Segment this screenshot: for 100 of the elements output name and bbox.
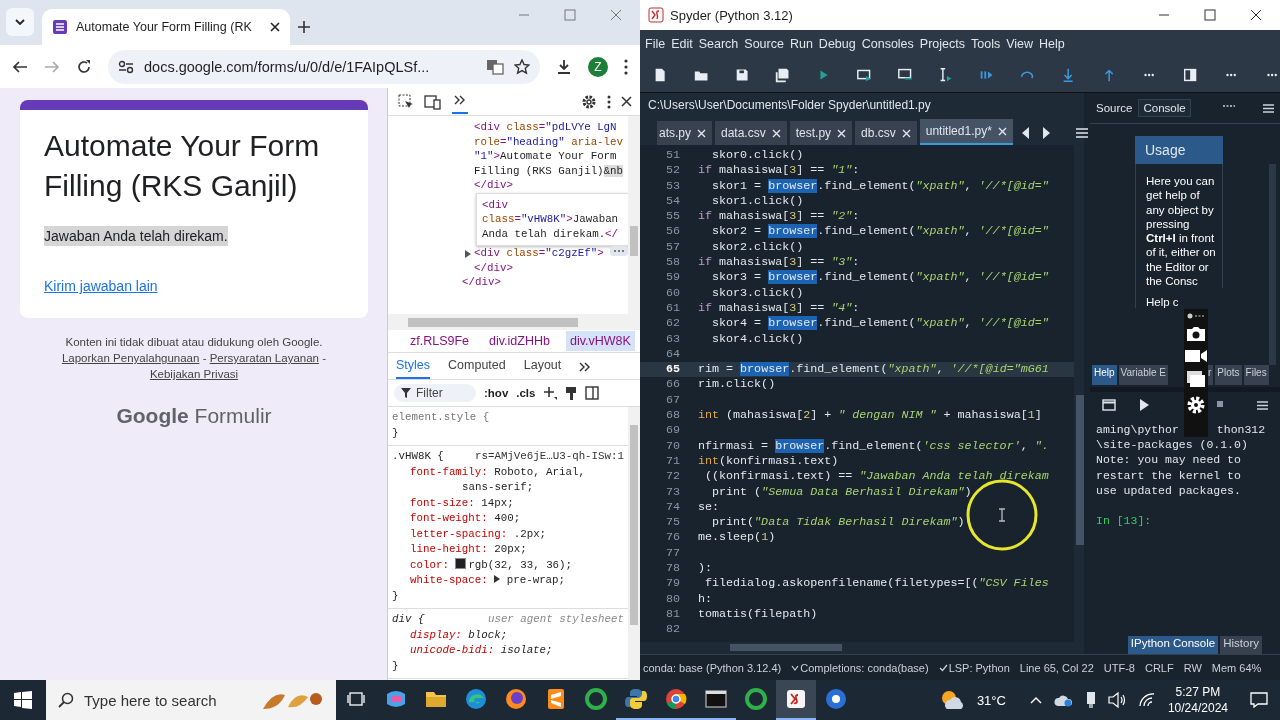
close-icon[interactable]	[621, 96, 632, 107]
breadcrumb[interactable]: div.idZHHb	[485, 331, 554, 351]
clock[interactable]: 5:27 PM 10/24/2024	[1167, 684, 1228, 716]
search-field[interactable]: Type here to search	[46, 680, 336, 720]
submit-another-link[interactable]: Kirim jawaban lain	[44, 278, 344, 294]
dom-node[interactable]: <div class="vHW8K">Jawaban Anda telah direkam.</	[476, 192, 628, 246]
menu-item[interactable]: Tools	[971, 36, 1001, 51]
pane-tab[interactable]: Help	[1092, 365, 1117, 385]
menu-item[interactable]: Edit	[671, 36, 693, 51]
file-tab[interactable]: untitled1.py*	[919, 119, 1013, 145]
menu-item[interactable]: Debug	[818, 36, 856, 51]
paint-icon[interactable]	[565, 386, 578, 400]
pane-tab[interactable]: Variable E	[1118, 365, 1168, 385]
panel-tab[interactable]: Styles	[396, 358, 431, 379]
taskbar-app[interactable]	[776, 680, 816, 720]
start-icon[interactable]	[14, 691, 32, 709]
footer-link[interactable]: Kebijakan Privasi	[149, 368, 239, 380]
settings-icon[interactable]	[1186, 395, 1206, 415]
pane-tab[interactable]: Files	[1243, 365, 1269, 385]
scrollbar-thumb[interactable]	[408, 318, 578, 327]
pane-tab[interactable]: Plots	[1215, 365, 1242, 385]
device-toggle-icon[interactable]	[424, 93, 442, 110]
panel-tab[interactable]: Computed	[448, 358, 506, 379]
code-line: print ("Semua Data Berhasil Direkam")	[711, 484, 972, 500]
window-button-icon[interactable]	[1204, 9, 1216, 21]
scrollbar-thumb[interactable]	[630, 425, 638, 625]
kebab-icon[interactable]	[607, 94, 611, 109]
folder-icon[interactable]	[1102, 399, 1116, 411]
menu-item[interactable]: View	[1006, 36, 1034, 51]
reload-icon[interactable]	[76, 58, 92, 75]
breadcrumb[interactable]: div.vHW8K	[565, 331, 635, 351]
usb-drive-icon[interactable]	[1085, 691, 1096, 709]
volume-icon[interactable]	[1107, 692, 1126, 708]
file-tab[interactable]: test.py	[789, 121, 853, 145]
window-button-icon[interactable]	[1250, 9, 1262, 21]
menu-item[interactable]: Projects	[919, 36, 965, 51]
dom-node[interactable]: <div class="c2gzEf"> </div>	[474, 246, 628, 275]
pane-tab[interactable]: History	[1220, 636, 1262, 654]
more-icon[interactable]	[1186, 313, 1206, 319]
translate-icon[interactable]	[486, 58, 504, 75]
new-tab-icon[interactable]	[298, 21, 310, 33]
stop-icon[interactable]	[1217, 400, 1223, 407]
download-icon[interactable]	[556, 58, 572, 75]
sidebar-toggle-icon[interactable]	[585, 386, 600, 400]
file-tab[interactable]: ats.py	[657, 121, 712, 145]
menu-item[interactable]: Run	[789, 36, 813, 51]
previous-tab-icon[interactable]	[1021, 127, 1029, 139]
footer-link[interactable]: Laporkan Penyalahgunaan	[61, 352, 200, 364]
style-toggle[interactable]: :hov	[484, 387, 509, 399]
footer-link[interactable]: Persyaratan Layanan	[209, 352, 319, 364]
pane-tab[interactable]: IPython Console	[1127, 636, 1219, 654]
menu-item[interactable]: File	[645, 36, 666, 51]
close-icon[interactable]	[270, 22, 280, 32]
tab-search-button[interactable]	[6, 8, 34, 36]
add-rule-icon[interactable]	[543, 386, 558, 400]
menu-icon[interactable]	[1075, 128, 1088, 138]
menu-item[interactable]: Consoles	[861, 36, 914, 51]
menu-item[interactable]: Help	[1039, 36, 1065, 51]
source-dropdown[interactable]: Console	[1138, 99, 1191, 117]
cloud-icon[interactable]	[1053, 693, 1074, 707]
settings-icon[interactable]	[581, 93, 597, 110]
menu-item[interactable]: Search	[698, 36, 739, 51]
browser-tab[interactable]: Automate Your Form Filling (RK	[42, 9, 290, 45]
menu-icon[interactable]	[1263, 103, 1274, 113]
inspect-icon[interactable]	[398, 93, 414, 110]
wifi-icon[interactable]	[1137, 692, 1156, 708]
address-bar[interactable]: docs.google.com/forms/u/0/d/e/1FAIpQLSf...	[108, 49, 540, 84]
chevron-up-icon[interactable]	[1029, 696, 1042, 704]
dom-node[interactable]: <div class="pdLVYe LgN role="heading" aria-lev "1">Automate Your Form Filling (RKS Ganjil)&nb </div>	[474, 120, 628, 193]
menu-icon[interactable]	[1257, 400, 1268, 410]
panel-tab[interactable]: Layout	[523, 358, 562, 379]
ellipsis-badge-icon[interactable]	[610, 246, 628, 256]
scrollbar-thumb[interactable]	[1269, 164, 1276, 365]
color-swatch[interactable]	[455, 557, 467, 569]
expand-triangle-icon[interactable]	[465, 250, 471, 258]
temperature[interactable]: 31°C	[976, 692, 1006, 708]
next-tab-icon[interactable]	[1042, 127, 1050, 139]
menu-item[interactable]: Source	[744, 36, 784, 51]
back-icon[interactable]	[12, 58, 28, 75]
scrollbar-thumb[interactable]	[730, 644, 842, 651]
menu-icon[interactable]	[624, 58, 628, 75]
breadcrumb[interactable]: zf.RLS9Fe	[406, 331, 474, 351]
filter-field[interactable]: Filter	[394, 384, 476, 402]
scrollbar-thumb[interactable]	[630, 226, 638, 256]
video-camera-icon[interactable]	[1185, 349, 1207, 363]
scrollbar-thumb[interactable]	[1076, 395, 1084, 545]
play-icon[interactable]	[1140, 399, 1149, 411]
file-tab[interactable]: db.csv	[855, 121, 917, 145]
notification-icon[interactable]	[1250, 692, 1268, 708]
more-icon[interactable]	[1223, 103, 1235, 108]
chevrons-icon[interactable]	[579, 362, 592, 372]
line-number: 70	[664, 438, 681, 454]
file-tab[interactable]: data.csv	[715, 121, 787, 145]
style-toggle[interactable]: .cls	[516, 387, 536, 399]
windows-icon[interactable]	[1186, 370, 1206, 388]
expand-triangle-icon[interactable]	[494, 575, 501, 583]
profile-avatar[interactable]: Z	[588, 56, 608, 77]
rule-source[interactable]: rs=AMjVe6jE…U3-qh-ISw:1	[474, 449, 624, 465]
star-icon[interactable]	[514, 58, 530, 75]
camera-icon[interactable]	[1186, 326, 1206, 342]
